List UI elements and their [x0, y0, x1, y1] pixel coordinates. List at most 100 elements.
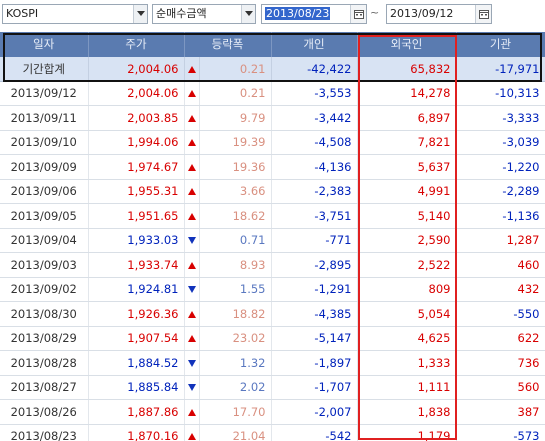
cell-change: 3.66: [199, 179, 272, 204]
cell-foreign: 6,897: [357, 105, 457, 131]
cell-direction: [184, 350, 200, 376]
column-header-price[interactable]: 주가: [88, 32, 185, 57]
cell-price: 1,907.54: [88, 326, 185, 351]
cell-foreign: 5,140: [357, 203, 457, 229]
table-row[interactable]: 2013/09/06 1,955.31 3.66 -2,383 4,991 -2,289: [0, 179, 545, 204]
cell-price: 1,884.52: [88, 350, 185, 376]
cell-date: 2013/09/04: [0, 228, 89, 253]
cell-price: 2,003.85: [88, 105, 185, 131]
down-triangle-icon: [187, 359, 196, 367]
cell-foreign: 5,637: [357, 154, 457, 180]
table-row[interactable]: 2013/09/10 1,994.06 19.39 -4,508 7,821 -3,039: [0, 130, 545, 155]
cell-date: 2013/09/05: [0, 203, 89, 229]
cell-direction: [184, 228, 200, 253]
table-row[interactable]: 2013/09/09 1,974.67 19.36 -4,136 5,637 -1,220: [0, 154, 545, 180]
type-select-value: 순매수금액: [156, 7, 207, 20]
cell-individual: -5,147: [271, 326, 358, 351]
table-row[interactable]: 2013/08/29 1,907.54 23.02 -5,147 4,625 622: [0, 326, 545, 351]
table-row[interactable]: 2013/09/12 2,004.06 0.21 -3,553 14,278 -10,31…: [0, 81, 545, 106]
cell-change: 19.39: [199, 130, 272, 155]
column-header-individual[interactable]: 개인: [271, 32, 358, 57]
cell-institution: 622: [456, 326, 545, 351]
chevron-down-icon[interactable]: [133, 5, 147, 23]
cell-direction: [184, 105, 200, 131]
up-triangle-icon: [187, 433, 196, 441]
cell-institution: -2,289: [456, 179, 545, 204]
column-header-date[interactable]: 일자: [0, 32, 89, 57]
cell-price: 2,004.06: [88, 81, 185, 106]
date-separator: ~: [370, 6, 380, 19]
cell-change: 18.82: [199, 301, 272, 327]
column-header-change[interactable]: 등락폭: [184, 32, 272, 57]
end-date-field[interactable]: 2013/09/12: [386, 4, 492, 24]
cell-individual: -4,508: [271, 130, 358, 155]
cell-direction: [184, 203, 200, 229]
cell-direction: [184, 81, 200, 106]
cell-price: 1,933.74: [88, 252, 185, 278]
cell-price: 1,924.81: [88, 277, 185, 302]
cell-individual: -4,136: [271, 154, 358, 180]
summary-row[interactable]: 기간합계 2,004.06 0.21 -42,422 65,832 -17,971: [0, 56, 545, 82]
table-row[interactable]: 2013/08/26 1,887.86 17.70 -2,007 1,838 387: [0, 399, 545, 425]
table-row[interactable]: 2013/08/27 1,885.84 2.02 -1,707 1,111 560: [0, 375, 545, 400]
up-triangle-icon: [187, 114, 196, 122]
cell-institution: 560: [456, 375, 545, 400]
cell-date: 2013/08/27: [0, 375, 89, 400]
table-row[interactable]: 2013/08/28 1,884.52 1.32 -1,897 1,333 736: [0, 350, 545, 376]
table-row[interactable]: 2013/08/23 1,870.16 21.04 -542 1,179 -573: [0, 424, 545, 441]
cell-date: 2013/08/30: [0, 301, 89, 327]
table-row[interactable]: 2013/08/30 1,926.36 18.82 -4,385 5,054 -550: [0, 301, 545, 327]
cell-date: 기간합계: [0, 56, 89, 82]
cell-institution: 736: [456, 350, 545, 376]
cell-date: 2013/08/29: [0, 326, 89, 351]
cell-change: 0.21: [199, 56, 272, 82]
cell-change: 23.02: [199, 326, 272, 351]
start-date-value[interactable]: 2013/08/23: [265, 7, 331, 20]
cell-price: 1,974.67: [88, 154, 185, 180]
cell-price: 1,926.36: [88, 301, 185, 327]
table-row[interactable]: 2013/09/05 1,951.65 18.62 -3,751 5,140 -1,136: [0, 203, 545, 229]
cell-foreign: 1,838: [357, 399, 457, 425]
chevron-down-icon[interactable]: [241, 5, 255, 23]
end-date-value[interactable]: 2013/09/12: [390, 7, 453, 20]
cell-institution: 1,287: [456, 228, 545, 253]
cell-date: 2013/09/11: [0, 105, 89, 131]
market-select[interactable]: KOSPI: [2, 4, 148, 24]
cell-foreign: 809: [357, 277, 457, 302]
down-triangle-icon: [187, 384, 196, 392]
start-date-field[interactable]: 2013/08/23: [261, 4, 367, 24]
cell-direction: [184, 424, 200, 441]
table-row[interactable]: 2013/09/11 2,003.85 9.79 -3,442 6,897 -3,333: [0, 105, 545, 131]
cell-date: 2013/08/28: [0, 350, 89, 376]
cell-foreign: 2,590: [357, 228, 457, 253]
table-row[interactable]: 2013/09/04 1,933.03 0.71 -771 2,590 1,287: [0, 228, 545, 253]
cell-foreign: 4,991: [357, 179, 457, 204]
cell-change: 0.71: [199, 228, 272, 253]
cell-direction: [184, 277, 200, 302]
cell-direction: [184, 130, 200, 155]
cell-date: 2013/09/12: [0, 81, 89, 106]
cell-change: 17.70: [199, 399, 272, 425]
cell-institution: -3,039: [456, 130, 545, 155]
table-row[interactable]: 2013/09/02 1,924.81 1.55 -1,291 809 432: [0, 277, 545, 302]
cell-date: 2013/09/10: [0, 130, 89, 155]
type-select[interactable]: 순매수금액: [152, 4, 256, 24]
up-triangle-icon: [187, 408, 196, 416]
column-header-institution[interactable]: 기관: [456, 32, 545, 57]
calendar-icon[interactable]: [350, 5, 366, 23]
table-row[interactable]: 2013/09/03 1,933.74 8.93 -2,895 2,522 460: [0, 252, 545, 278]
cell-foreign: 1,333: [357, 350, 457, 376]
column-header-foreign[interactable]: 외국인: [357, 32, 457, 57]
cell-individual: -4,385: [271, 301, 358, 327]
calendar-icon[interactable]: [475, 5, 491, 23]
cell-change: 1.32: [199, 350, 272, 376]
down-triangle-icon: [187, 286, 196, 294]
cell-foreign: 65,832: [357, 56, 457, 82]
cell-foreign: 14,278: [357, 81, 457, 106]
up-triangle-icon: [187, 139, 196, 147]
cell-change: 1.55: [199, 277, 272, 302]
cell-price: 1,955.31: [88, 179, 185, 204]
cell-change: 21.04: [199, 424, 272, 441]
cell-change: 19.36: [199, 154, 272, 180]
cell-price: 1,887.86: [88, 399, 185, 425]
